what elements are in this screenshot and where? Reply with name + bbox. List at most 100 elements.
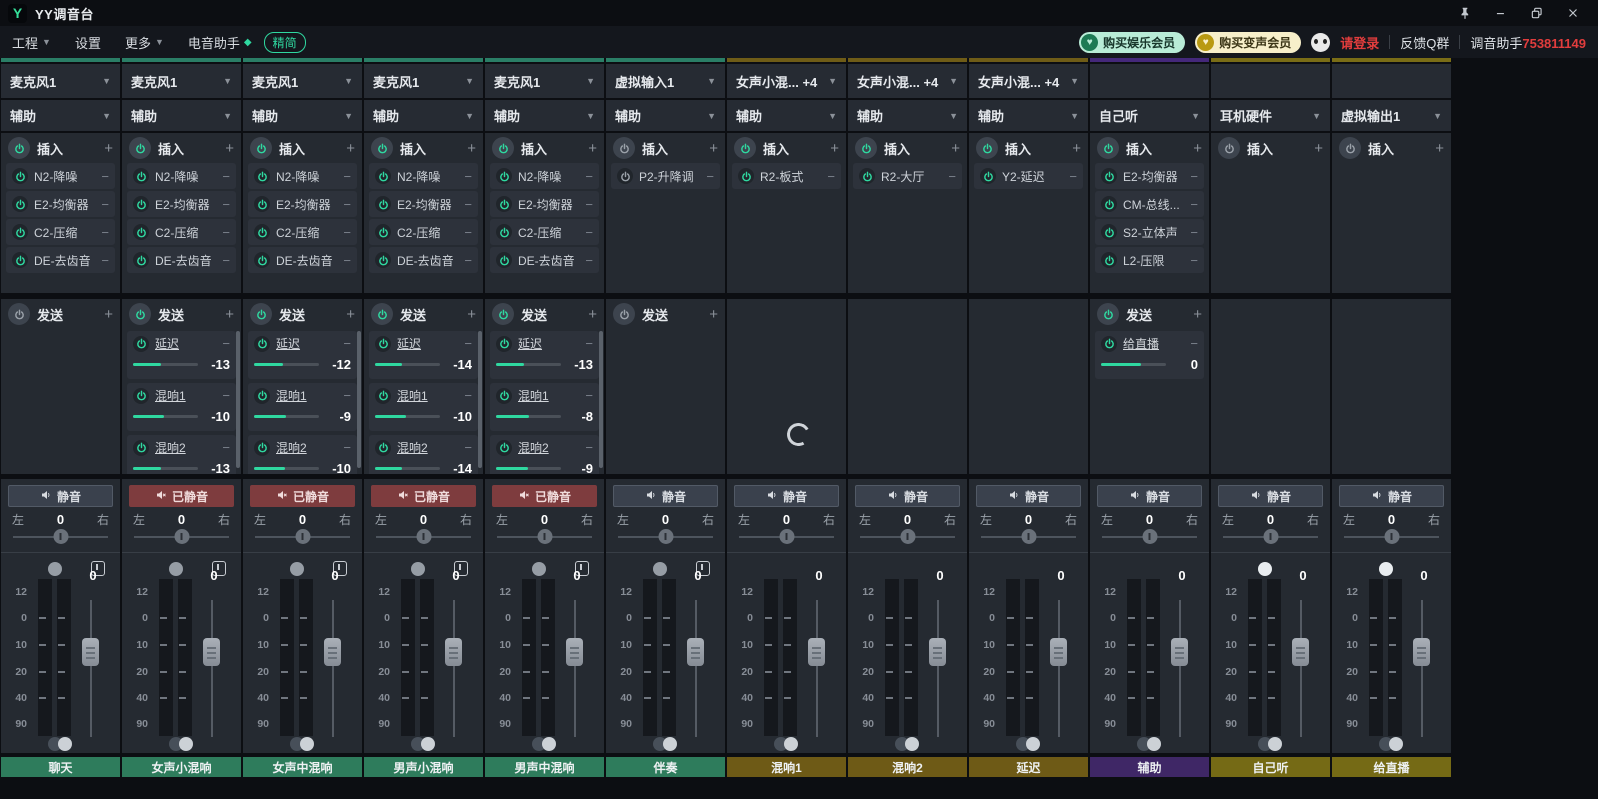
add-insert-button[interactable]: + <box>1193 141 1202 156</box>
pan-slider[interactable] <box>739 529 834 545</box>
power-icon[interactable] <box>12 196 28 212</box>
power-icon[interactable] <box>254 196 270 212</box>
power-icon[interactable] <box>496 336 512 352</box>
pan-slider-thumb[interactable] <box>1263 529 1278 544</box>
add-insert-button[interactable]: + <box>467 141 476 156</box>
channel-toggle-switch[interactable] <box>411 737 435 751</box>
menu-project[interactable]: 工程▼ <box>12 33 51 52</box>
channel-toggle-switch[interactable] <box>1016 737 1040 751</box>
power-icon[interactable] <box>12 252 28 268</box>
power-icon[interactable] <box>133 388 149 404</box>
fader-thumb[interactable] <box>687 638 704 666</box>
channel-name-label[interactable]: 辅助 <box>1090 757 1209 777</box>
power-icon[interactable] <box>1339 137 1361 159</box>
channel-bus-select[interactable]: 辅助 ▼ <box>122 100 241 131</box>
channel-bus-select[interactable]: 辅助 ▼ <box>364 100 483 131</box>
power-icon[interactable] <box>738 168 754 184</box>
send-level-slider[interactable] <box>254 363 319 366</box>
monitor-indicator[interactable] <box>48 562 62 576</box>
remove-send-button[interactable]: − <box>585 336 593 351</box>
fader-thumb[interactable] <box>808 638 825 666</box>
power-icon[interactable] <box>496 252 512 268</box>
add-insert-button[interactable]: + <box>1435 141 1444 156</box>
power-icon[interactable] <box>492 303 514 325</box>
power-icon[interactable] <box>133 196 149 212</box>
power-icon[interactable] <box>496 224 512 240</box>
channel-name-label[interactable]: 混响2 <box>848 757 967 777</box>
send-name-link[interactable]: 给直播 <box>1123 335 1159 352</box>
monitor-indicator[interactable] <box>290 562 304 576</box>
remove-send-button[interactable]: − <box>222 336 230 351</box>
remove-send-button[interactable]: − <box>464 440 472 455</box>
fader-track[interactable] <box>90 600 92 737</box>
power-icon[interactable] <box>8 137 30 159</box>
channel-source-select[interactable]: 麦克风1 ▼ <box>364 64 483 98</box>
fader-thumb[interactable] <box>566 638 583 666</box>
pin-icon[interactable] <box>1452 3 1478 23</box>
power-icon[interactable] <box>496 440 512 456</box>
pan-slider[interactable] <box>618 529 713 545</box>
power-icon[interactable] <box>496 168 512 184</box>
channel-toggle-switch[interactable] <box>169 737 193 751</box>
fader-thumb[interactable] <box>1050 638 1067 666</box>
pan-slider-thumb[interactable] <box>537 529 552 544</box>
add-insert-button[interactable]: + <box>951 141 960 156</box>
power-icon[interactable] <box>613 303 635 325</box>
mute-button[interactable]: 静音 <box>1097 485 1202 507</box>
remove-effect-button[interactable]: − <box>343 225 351 240</box>
mute-button[interactable]: 静音 <box>613 485 718 507</box>
remove-send-button[interactable]: − <box>1190 336 1198 351</box>
power-icon[interactable] <box>254 168 270 184</box>
power-icon[interactable] <box>1101 196 1117 212</box>
remove-effect-button[interactable]: − <box>1190 169 1198 184</box>
power-icon[interactable] <box>254 388 270 404</box>
channel-source-select[interactable]: 麦克风1 ▼ <box>122 64 241 98</box>
fader-track[interactable] <box>453 600 455 737</box>
channel-toggle-switch[interactable] <box>1379 737 1403 751</box>
buy-voice-vip-button[interactable]: ♥ 购买变声会员 <box>1195 32 1301 53</box>
pan-slider[interactable] <box>134 529 229 545</box>
channel-toggle-switch[interactable] <box>1137 737 1161 751</box>
send-level-slider[interactable] <box>496 467 561 470</box>
panda-avatar-icon[interactable] <box>1311 33 1330 52</box>
channel-bus-select[interactable]: 辅助 ▼ <box>1 100 120 131</box>
send-list-scrollbar[interactable] <box>357 331 361 468</box>
add-send-button[interactable]: + <box>709 307 718 322</box>
pan-slider-thumb[interactable] <box>658 529 673 544</box>
monitor-indicator[interactable] <box>653 562 667 576</box>
pan-slider[interactable] <box>860 529 955 545</box>
send-name-link[interactable]: 混响2 <box>518 439 549 456</box>
add-send-button[interactable]: + <box>104 307 113 322</box>
menu-evoice-assistant[interactable]: 电音助手◆ <box>188 33 252 52</box>
pan-slider[interactable] <box>13 529 108 545</box>
send-level-slider[interactable] <box>254 467 319 470</box>
send-name-link[interactable]: 混响1 <box>155 387 186 404</box>
add-insert-button[interactable]: + <box>709 141 718 156</box>
send-name-link[interactable]: 混响2 <box>155 439 186 456</box>
pan-slider-thumb[interactable] <box>779 529 794 544</box>
channel-name-label[interactable]: 聊天 <box>1 757 120 777</box>
channel-bus-select[interactable]: 耳机硬件 ▼ <box>1211 100 1330 131</box>
channel-toggle-switch[interactable] <box>1258 737 1282 751</box>
remove-send-button[interactable]: − <box>585 388 593 403</box>
power-icon[interactable] <box>859 168 875 184</box>
power-icon[interactable] <box>371 137 393 159</box>
send-level-slider[interactable] <box>496 415 561 418</box>
fader-track[interactable] <box>1421 600 1423 737</box>
power-icon[interactable] <box>375 168 391 184</box>
pan-slider[interactable] <box>376 529 471 545</box>
send-list-scrollbar[interactable] <box>599 331 603 468</box>
pan-slider-thumb[interactable] <box>900 529 915 544</box>
send-level-slider[interactable] <box>133 363 198 366</box>
fader-thumb[interactable] <box>1292 638 1309 666</box>
channel-source-select[interactable]: 麦克风1 ▼ <box>243 64 362 98</box>
power-icon[interactable] <box>976 137 998 159</box>
add-insert-button[interactable]: + <box>1072 141 1081 156</box>
channel-source-select[interactable]: 女声小混... +4 ▼ <box>848 64 967 98</box>
power-icon[interactable] <box>371 303 393 325</box>
send-level-slider[interactable] <box>375 467 440 470</box>
send-list-scrollbar[interactable] <box>236 331 240 468</box>
power-icon[interactable] <box>1101 336 1117 352</box>
monitor-indicator[interactable] <box>169 562 183 576</box>
remove-effect-button[interactable]: − <box>101 253 109 268</box>
